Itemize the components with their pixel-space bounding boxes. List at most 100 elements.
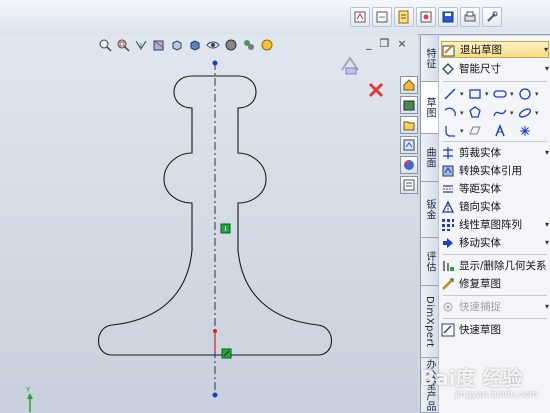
edit-appearance-icon[interactable] (224, 38, 238, 52)
separator (443, 318, 547, 319)
exit-sketch-button[interactable]: 退出草图 ▾ (441, 41, 549, 58)
display-delete-relations-label: 显示/删除几何关系 (459, 260, 547, 272)
mirror-entities-button[interactable]: 镜向实体 (441, 198, 549, 215)
chevron-down-icon[interactable]: ▾ (545, 220, 549, 229)
circle-icon[interactable] (518, 87, 532, 101)
point-icon[interactable] (518, 124, 532, 138)
chevron-down-icon[interactable]: ▾ (545, 238, 549, 247)
linear-pattern-icon (441, 218, 455, 232)
viewport-window-controls: _ ❐ × (366, 37, 407, 50)
rapid-sketch-button[interactable]: 快速草图 (441, 321, 549, 338)
chevron-down-icon[interactable]: ▾ (545, 302, 549, 311)
centerline-endpoint-top[interactable] (212, 60, 218, 66)
open-icon[interactable] (416, 7, 436, 27)
tab-dimxpert-label: DimXpert (424, 295, 435, 348)
confirmation-corner (341, 56, 384, 98)
move-icon (441, 236, 455, 250)
rebuild-icon[interactable] (372, 7, 392, 27)
view-palette-icon[interactable] (400, 136, 418, 154)
display-style-icon[interactable] (188, 38, 202, 52)
section-view-icon[interactable] (152, 38, 166, 52)
quick-snaps-label: 快速捕捉 (459, 301, 501, 313)
file-properties-icon[interactable] (394, 7, 414, 27)
tab-evaluate[interactable]: 评估 (421, 238, 438, 286)
repair-sketch-button[interactable]: 修复草图 (441, 275, 549, 292)
zoom-to-area-icon[interactable] (116, 38, 130, 52)
graphics-area[interactable]: Y _ ❐ × (0, 34, 418, 413)
quick-snaps-icon (441, 300, 455, 314)
sketch-entities-row-1: ▾ ▾ ▾ ▾ (443, 85, 549, 102)
smart-dimension-button[interactable]: 智能尺寸 ▾ (441, 60, 549, 77)
tab-sketch[interactable]: 草图 (421, 82, 438, 134)
trim-entities-button[interactable]: 剪裁实体 ▾ (441, 144, 549, 161)
move-entities-label: 移动实体 (459, 237, 501, 249)
rectangle-icon[interactable] (468, 87, 482, 101)
tab-sheet-metal-label: 钣金 (424, 199, 435, 220)
plane-icon[interactable] (468, 124, 482, 138)
watermark-url: jingyan.baidu.com (455, 390, 539, 400)
hide-show-items-icon[interactable] (206, 38, 220, 52)
display-delete-relations-button[interactable]: 显示/删除几何关系 ▾ (441, 257, 549, 274)
tab-sketch-label: 草图 (424, 97, 435, 118)
tab-dimxpert[interactable]: DimXpert (421, 286, 438, 358)
cancel-sketch-corner-icon[interactable] (368, 82, 384, 98)
ellipse-icon[interactable] (518, 106, 532, 120)
origin-point[interactable] (213, 329, 217, 333)
repair-sketch-icon (441, 277, 455, 291)
convert-entities-icon (441, 164, 455, 178)
line-icon[interactable] (443, 87, 457, 101)
tab-surfaces-label: 曲面 (424, 147, 435, 168)
quick-snaps-button[interactable]: 快速捕捉 ▾ (441, 298, 549, 315)
sketch-entities-row-3: ▾ (443, 122, 549, 139)
fillet-icon[interactable] (443, 124, 457, 138)
previous-view-icon[interactable] (134, 38, 148, 52)
linear-pattern-button[interactable]: 线性草图阵列 ▾ (441, 216, 549, 233)
text-icon[interactable] (493, 123, 507, 138)
close-button[interactable]: × (397, 37, 406, 50)
spline-icon[interactable] (493, 106, 507, 120)
tab-sheet-metal[interactable]: 钣金 (421, 182, 438, 238)
mirror-icon (441, 200, 455, 214)
smart-dimension-icon (441, 62, 455, 76)
rapid-sketch-icon (441, 323, 455, 337)
view-orientation-icon[interactable] (170, 38, 184, 52)
chevron-down-icon[interactable]: ▾ (545, 148, 549, 157)
tools-icon[interactable] (482, 7, 502, 27)
chevron-down-icon[interactable]: ▾ (544, 45, 548, 54)
resources-home-icon[interactable] (400, 76, 418, 94)
offset-entities-button[interactable]: 等距实体 (441, 180, 549, 197)
minimize-button[interactable]: _ (366, 37, 372, 50)
linear-pattern-label: 线性草图阵列 (459, 219, 522, 231)
save-icon[interactable] (438, 7, 458, 27)
polygon-icon[interactable] (468, 105, 482, 120)
zoom-to-fit-icon[interactable] (98, 38, 112, 52)
separator (443, 81, 547, 82)
exit-sketch-icon (442, 43, 456, 57)
custom-properties-icon[interactable] (400, 176, 418, 194)
convert-entities-button[interactable]: 转换实体引用 (441, 162, 549, 179)
watermark-logo: Bai度 经验 (420, 366, 523, 390)
view-settings-icon[interactable] (260, 38, 274, 52)
standard-toolbar-group (350, 7, 502, 29)
tab-surfaces[interactable]: 曲面 (421, 134, 438, 182)
file-explorer-icon[interactable] (400, 116, 418, 134)
apply-scene-icon[interactable] (242, 38, 256, 52)
tab-features[interactable]: 特征 (421, 36, 438, 82)
axis-triad: Y (25, 386, 33, 412)
print-icon[interactable] (460, 7, 480, 27)
smart-dimension-label: 智能尺寸 (459, 63, 501, 75)
design-library-icon[interactable] (400, 96, 418, 114)
exit-sketch-label: 退出草图 (460, 44, 502, 56)
tab-evaluate-label: 评估 (424, 251, 435, 272)
appearances-icon[interactable] (400, 156, 418, 174)
exit-sketch-corner-icon[interactable] (341, 56, 359, 75)
separator (443, 254, 547, 255)
arc-icon[interactable] (443, 106, 457, 120)
restore-button[interactable]: ❐ (380, 37, 390, 50)
centerline-endpoint-bottom[interactable] (212, 392, 218, 398)
move-entities-button[interactable]: 移动实体 ▾ (441, 234, 549, 251)
options-icon[interactable] (350, 7, 370, 27)
slot-icon[interactable] (493, 87, 507, 101)
chevron-down-icon[interactable]: ▾ (545, 64, 549, 73)
command-manager-tabs: 特征 草图 曲面 钣金 评估 DimXpert 办公室产品 (420, 36, 438, 413)
